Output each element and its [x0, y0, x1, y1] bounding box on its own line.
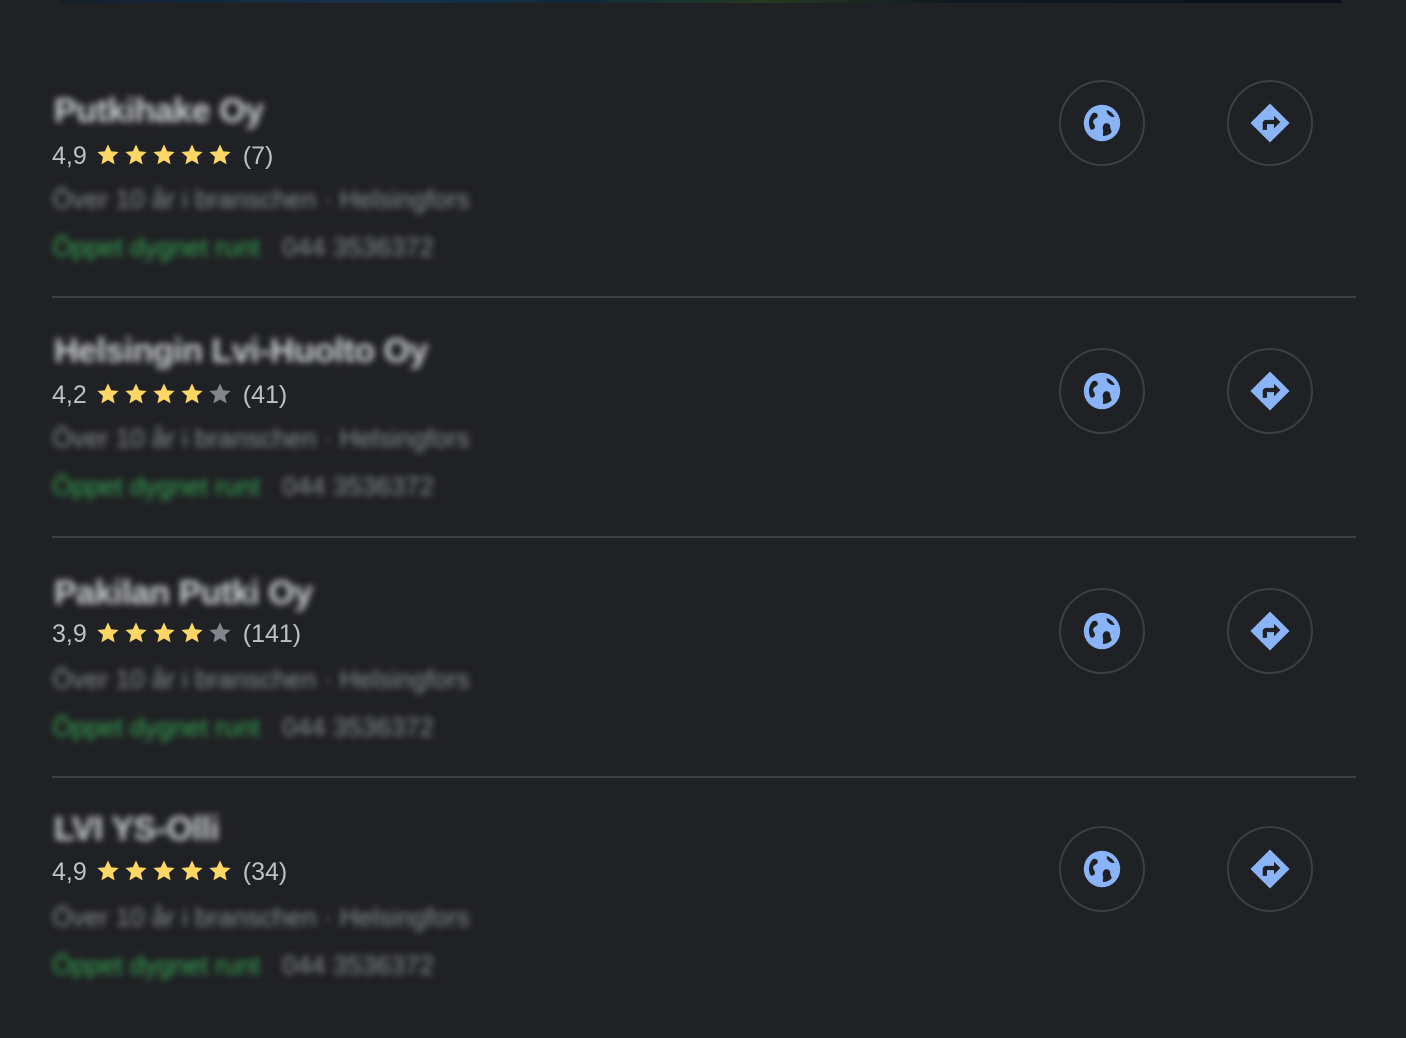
business-meta: Över 10 år i branschen · Helsingfors [52, 184, 470, 214]
star-icon [151, 381, 179, 409]
result-item[interactable]: LVI YS-Olli 4,9 (34) Över 10 år i bransc… [52, 778, 1356, 1016]
star-icon [179, 858, 207, 886]
star-icon [179, 381, 207, 409]
star-icon [123, 858, 151, 886]
business-meta: Över 10 år i branschen · Helsingfors [52, 902, 470, 932]
rating-row: 4,9 (7) [52, 141, 273, 171]
website-button[interactable] [1059, 588, 1145, 674]
star-icon [95, 620, 123, 648]
star-icon [95, 142, 123, 170]
phone-number[interactable]: 044 3536372 [282, 232, 434, 262]
star-icon [179, 142, 207, 170]
website-button[interactable] [1059, 80, 1145, 166]
rating-value: 4,2 [52, 380, 87, 409]
open-status: Öppet dygnet runt [52, 232, 261, 262]
star-icon [207, 381, 235, 409]
open-status: Öppet dygnet runt [52, 950, 261, 980]
business-name[interactable]: Putkihake Oy [54, 92, 264, 131]
business-name[interactable]: Pakilan Putki Oy [54, 574, 313, 613]
open-status: Öppet dygnet runt [52, 471, 261, 501]
globe-icon [1079, 368, 1125, 414]
result-item[interactable]: Putkihake Oy 4,9 (7) Över 10 år i bransc… [52, 60, 1356, 298]
phone-number[interactable]: 044 3536372 [282, 712, 434, 742]
website-button[interactable] [1059, 348, 1145, 434]
star-icon [95, 858, 123, 886]
star-rating [95, 620, 235, 648]
directions-icon [1247, 368, 1293, 414]
star-icon [123, 381, 151, 409]
star-icon [95, 381, 123, 409]
hours-row: Öppet dygnet runt 044 3536372 [52, 712, 434, 743]
star-icon [207, 858, 235, 886]
business-name[interactable]: LVI YS-Olli [54, 810, 220, 849]
directions-button[interactable] [1227, 826, 1313, 912]
star-icon [179, 620, 207, 648]
directions-icon [1247, 846, 1293, 892]
star-icon [207, 142, 235, 170]
rating-row: 3,9 (141) [52, 619, 301, 649]
review-count[interactable]: (141) [243, 620, 301, 649]
directions-button[interactable] [1227, 348, 1313, 434]
rating-value: 4,9 [52, 857, 87, 886]
globe-icon [1079, 100, 1125, 146]
globe-icon [1079, 608, 1125, 654]
rating-row: 4,2 (41) [52, 380, 287, 410]
star-icon [123, 620, 151, 648]
open-status: Öppet dygnet runt [52, 712, 261, 742]
directions-button[interactable] [1227, 588, 1313, 674]
star-icon [207, 620, 235, 648]
rating-row: 4,9 (34) [52, 857, 287, 887]
result-item[interactable]: Helsingin Lvi-Huolto Oy 4,2 (41) Över 10… [52, 300, 1356, 538]
business-name[interactable]: Helsingin Lvi-Huolto Oy [54, 332, 428, 371]
star-icon [151, 620, 179, 648]
hours-row: Öppet dygnet runt 044 3536372 [52, 471, 434, 502]
hours-row: Öppet dygnet runt 044 3536372 [52, 950, 434, 981]
review-count[interactable]: (34) [243, 858, 287, 887]
star-rating [95, 381, 235, 409]
star-icon [151, 142, 179, 170]
globe-icon [1079, 846, 1125, 892]
directions-icon [1247, 100, 1293, 146]
phone-number[interactable]: 044 3536372 [282, 471, 434, 501]
rating-value: 4,9 [52, 141, 87, 170]
local-results-list: Putkihake Oy 4,9 (7) Över 10 år i bransc… [52, 0, 1356, 1038]
directions-icon [1247, 608, 1293, 654]
business-meta: Över 10 år i branschen · Helsingfors [52, 423, 470, 453]
review-count[interactable]: (7) [243, 142, 274, 171]
star-rating [95, 142, 235, 170]
result-item[interactable]: Pakilan Putki Oy 3,9 (141) Över 10 år i … [52, 540, 1356, 778]
star-icon [123, 142, 151, 170]
phone-number[interactable]: 044 3536372 [282, 950, 434, 980]
review-count[interactable]: (41) [243, 381, 287, 410]
hours-row: Öppet dygnet runt 044 3536372 [52, 232, 434, 263]
star-rating [95, 858, 235, 886]
website-button[interactable] [1059, 826, 1145, 912]
business-meta: Över 10 år i branschen · Helsingfors [52, 664, 470, 694]
directions-button[interactable] [1227, 80, 1313, 166]
rating-value: 3,9 [52, 619, 87, 648]
star-icon [151, 858, 179, 886]
